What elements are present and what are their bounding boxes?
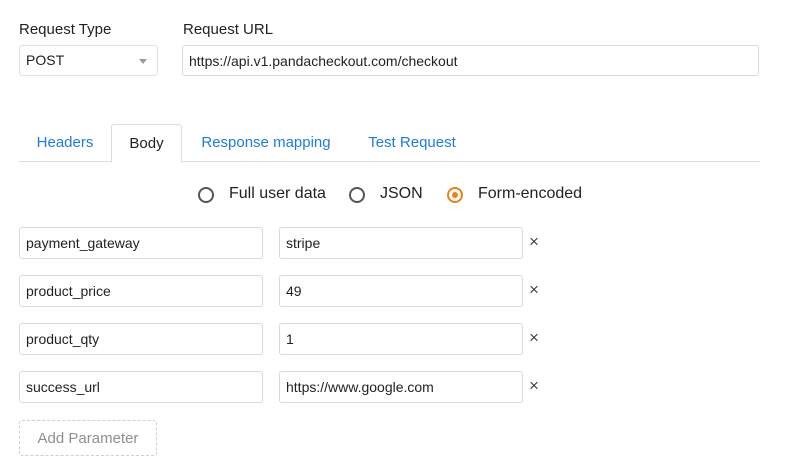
body-format-options: Full user data JSON Form-encoded (0, 184, 786, 206)
tab-headers[interactable]: Headers (19, 124, 111, 162)
parameter-key-input[interactable] (19, 323, 263, 355)
tab-body[interactable]: Body (111, 124, 182, 163)
parameter-row: × (0, 227, 786, 259)
request-type-label: Request Type (19, 21, 112, 38)
tab-test-request[interactable]: Test Request (357, 124, 467, 162)
webhook-request-form: Request Type Request URL POST Headers Bo… (0, 0, 786, 471)
close-icon[interactable]: × (527, 281, 541, 299)
parameter-key-input[interactable] (19, 371, 263, 403)
radio-form-encoded-label[interactable]: Form-encoded (478, 185, 582, 203)
request-type-value: POST (26, 52, 65, 68)
radio-json-label[interactable]: JSON (380, 185, 423, 203)
close-icon[interactable]: × (527, 233, 541, 251)
parameter-key-input[interactable] (19, 275, 263, 307)
radio-full-user-data-label[interactable]: Full user data (229, 185, 326, 203)
close-icon[interactable]: × (527, 377, 541, 395)
parameter-value-input[interactable] (279, 227, 523, 259)
parameter-value-input[interactable] (279, 275, 523, 307)
close-icon[interactable]: × (527, 329, 541, 347)
tab-response-mapping[interactable]: Response mapping (189, 124, 343, 162)
radio-json[interactable] (349, 187, 365, 203)
request-type-select[interactable]: POST (19, 45, 158, 76)
tab-bar: Headers Body Response mapping Test Reque… (19, 124, 760, 163)
parameter-row: × (0, 323, 786, 355)
parameter-value-input[interactable] (279, 323, 523, 355)
parameter-key-input[interactable] (19, 227, 263, 259)
chevron-down-icon (139, 59, 147, 64)
radio-full-user-data[interactable] (198, 187, 214, 203)
parameter-row: × (0, 275, 786, 307)
parameter-row: × (0, 371, 786, 403)
radio-form-encoded[interactable] (447, 187, 463, 203)
add-parameter-button[interactable]: Add Parameter (19, 420, 157, 456)
request-url-label: Request URL (183, 21, 274, 38)
parameter-value-input[interactable] (279, 371, 523, 403)
request-url-input[interactable] (182, 45, 759, 76)
